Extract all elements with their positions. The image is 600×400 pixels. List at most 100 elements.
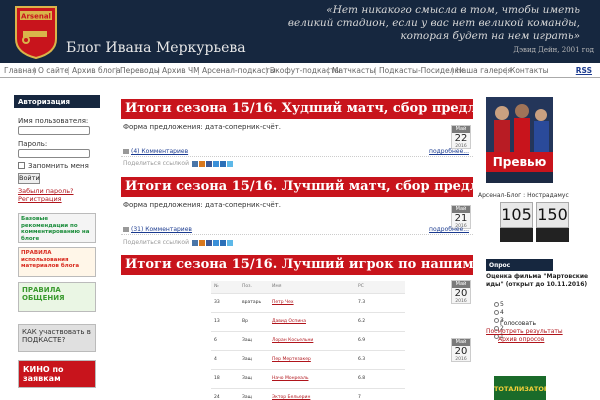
post-text: Форма предложения: дата-соперник-счёт. <box>123 123 281 131</box>
cell-position: Защ <box>239 331 269 351</box>
nav-item-home[interactable]: Главная <box>4 66 36 75</box>
crest-text: Arsenal <box>21 13 51 21</box>
comments-link[interactable]: (31) Комментариев <box>123 226 192 233</box>
nav-item-wc-archive[interactable]: Архив ЧМ <box>162 66 200 75</box>
cell-player-name[interactable]: Петр Чех <box>269 293 355 313</box>
twitter-icon[interactable] <box>212 239 219 246</box>
quote-author: Дэвид Дейн, 2001 год <box>513 46 594 54</box>
banner-text: ПРАВИЛА ОБЩЕНИЯ <box>22 286 65 302</box>
poll-option-label: 4 <box>500 309 504 316</box>
password-label: Пароль: <box>18 140 48 148</box>
ok-icon[interactable] <box>198 239 205 246</box>
table-row: 33 вратарь Петр Чех 7.3 <box>211 293 405 313</box>
nav-item-contacts[interactable]: Контакты <box>510 66 549 75</box>
twitter-icon[interactable] <box>212 160 219 167</box>
table-row: 4 Защ Пер Мертезакер 6.3 <box>211 350 405 370</box>
comments-link[interactable]: (4) Комментариев <box>123 148 188 155</box>
radio-icon[interactable] <box>494 310 499 315</box>
post-title[interactable]: Итоги сезона 15/16. Лучший матч, сбор пр… <box>121 177 473 197</box>
nav-item-about[interactable]: О сайте <box>38 66 69 75</box>
cell-player-name[interactable]: Пер Мертезакер <box>269 350 355 370</box>
cell-number: 4 <box>211 350 239 370</box>
nav-item-translations[interactable]: Переводы <box>120 66 160 75</box>
nav-item-gallery[interactable]: Наша галерея <box>456 66 512 75</box>
cell-rating: 7 <box>355 388 405 400</box>
username-input[interactable] <box>18 126 90 135</box>
login-button[interactable]: Войти <box>18 173 40 184</box>
cell-rating: 7.3 <box>355 293 405 313</box>
post-title[interactable]: Итоги сезона 15/16. Худший матч, сбор пр… <box>121 99 473 119</box>
podcast-participation-banner[interactable]: КАК участвовать в ПОДКАСТЕ? <box>18 324 96 352</box>
nav-item-ecofoot-podcasts[interactable]: Экофут-подкасты <box>270 66 341 75</box>
nav-separator: | <box>451 66 454 75</box>
post-month: Май <box>452 126 470 133</box>
livejournal-icon[interactable] <box>226 160 233 167</box>
totalizator-banner[interactable]: ТОТАЛИЗАТОР <box>494 376 546 400</box>
read-more-link[interactable]: подробнее... <box>429 148 469 155</box>
nav-separator: | <box>327 66 330 75</box>
mail-icon[interactable] <box>219 160 226 167</box>
cell-position: вратарь <box>239 293 269 313</box>
share-label: Поделиться ссылкой <box>123 239 189 246</box>
remember-label: Запомнить меня <box>28 162 89 170</box>
post-month: Май <box>452 281 470 288</box>
players-photo-icon <box>486 97 553 153</box>
mail-icon[interactable] <box>219 239 226 246</box>
facebook-icon[interactable] <box>205 239 212 246</box>
usage-rules-banner[interactable]: ПРАВИЛА использования материалов блога <box>18 247 96 277</box>
post-day: 20 <box>454 346 468 357</box>
commenting-rules-banner[interactable]: Базовые рекомендации по комментированию … <box>18 213 96 243</box>
comments-text: (31) Комментариев <box>131 226 192 233</box>
facebook-icon[interactable] <box>205 160 212 167</box>
nav-separator: | <box>67 66 70 75</box>
cell-position: Защ <box>239 388 269 400</box>
poll-option[interactable]: 4 <box>494 309 504 316</box>
poll-option-label: 5 <box>500 301 504 308</box>
password-input[interactable] <box>18 149 90 158</box>
arsenal-crest-icon[interactable]: Arsenal <box>14 5 58 59</box>
forgot-password-link[interactable]: Забыли пароль? <box>18 187 74 195</box>
poll-results-link[interactable]: Посмотреть результаты <box>486 328 563 335</box>
nav-item-matchcasts[interactable]: Матчкасты <box>332 66 375 75</box>
radio-icon[interactable] <box>494 302 499 307</box>
rss-link[interactable]: RSS <box>576 66 592 75</box>
cell-player-name[interactable]: Лоран Косьельни <box>269 331 355 351</box>
table-row: 18 Защ Начо Монреаль 6.8 <box>211 369 405 389</box>
poll-heading: Опрос <box>486 259 553 271</box>
cell-player-name[interactable]: Начо Монреаль <box>269 369 355 389</box>
blog-title[interactable]: Блог Ивана Меркурьева <box>66 40 246 56</box>
cell-rating: 6.2 <box>355 312 405 332</box>
banner-text: Базовые рекомендации по комментированию … <box>21 216 90 242</box>
post-title[interactable]: Итоги сезона 15/16. Лучший игрок по наши… <box>121 255 473 275</box>
cell-player-name[interactable]: Эктор Бельерин <box>269 388 355 400</box>
cell-rating: 6.3 <box>355 350 405 370</box>
score-left: 105 <box>500 202 533 228</box>
remember-checkbox[interactable] <box>18 162 25 169</box>
ok-icon[interactable] <box>198 160 205 167</box>
cell-position: Вр <box>239 312 269 332</box>
cinema-banner[interactable]: КИНО по заявкам <box>18 360 96 388</box>
share-bar: Поделиться ссылкой <box>123 160 233 167</box>
read-more-link[interactable]: подробнее... <box>429 226 469 233</box>
cell-number: 6 <box>211 331 239 351</box>
nav-item-archive[interactable]: Архив блога <box>72 66 121 75</box>
nav-separator: | <box>33 66 36 75</box>
communication-rules-banner[interactable]: ПРАВИЛА ОБЩЕНИЯ <box>18 282 96 312</box>
comment-icon <box>123 149 129 154</box>
register-link[interactable]: Регистрация <box>18 195 62 203</box>
table-header-row: № Поз. Имя РС <box>211 281 405 294</box>
preview-banner[interactable]: Превью <box>486 97 553 183</box>
comment-icon <box>123 227 129 232</box>
column-header: № <box>211 281 239 294</box>
cell-player-name[interactable]: Давид Оспина <box>269 312 355 332</box>
radio-icon[interactable] <box>494 318 499 323</box>
vk-icon[interactable] <box>191 160 198 167</box>
cell-position: Защ <box>239 350 269 370</box>
vk-icon[interactable] <box>191 239 198 246</box>
username-label: Имя пользователя: <box>18 117 89 125</box>
livejournal-icon[interactable] <box>226 239 233 246</box>
poll-archive-link[interactable]: Архив опросов <box>498 336 544 343</box>
poll-option[interactable]: 5 <box>494 301 504 308</box>
vote-button[interactable]: Голосовать <box>500 320 536 327</box>
table-row: 13 Вр Давид Оспина 6.2 <box>211 312 405 332</box>
